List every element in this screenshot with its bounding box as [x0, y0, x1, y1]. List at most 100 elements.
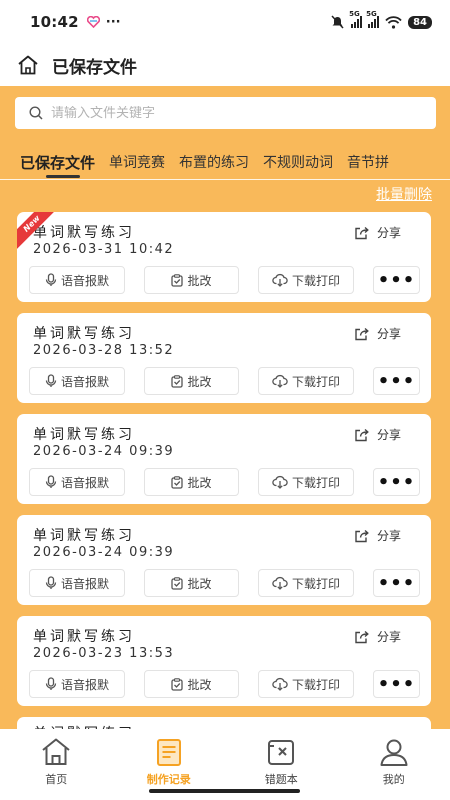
grade-label: 批改 — [187, 475, 212, 490]
nav-records-label: 制作记录 — [146, 773, 191, 786]
download-print-button[interactable]: 下载打印 — [258, 670, 354, 698]
card-title: 单词默写练习 — [33, 427, 135, 443]
card-date: 2026-03-31 10:42 — [33, 242, 175, 257]
file-card[interactable]: 单词默写练习 2026-03-23 13:53 分享 语音报默 批改 下载打印 … — [17, 616, 431, 706]
wrong-book-icon — [268, 740, 295, 765]
microphone-icon — [45, 677, 57, 690]
nav-profile[interactable]: 我的 — [338, 729, 450, 800]
grade-label: 批改 — [187, 374, 212, 389]
cloud-download-icon — [272, 576, 288, 590]
more-options-button[interactable]: ••• — [373, 468, 420, 496]
share-label: 分享 — [376, 529, 401, 543]
card-title: 单词默写练习 — [33, 225, 135, 241]
page-title: 已保存文件 — [52, 57, 137, 78]
file-card[interactable]: 单词默写练习 2026-03-31 10:42 分享 语音报默 批改 下载打印 … — [17, 212, 431, 302]
voice-dictation-label: 语音报默 — [60, 475, 109, 490]
share-icon — [355, 226, 369, 239]
heart-app-icon — [86, 16, 100, 28]
share-button[interactable]: 分享 — [354, 426, 401, 443]
search-input[interactable] — [51, 105, 411, 121]
download-print-button[interactable]: 下载打印 — [258, 569, 354, 597]
cloud-download-icon — [272, 677, 288, 691]
search-icon — [29, 106, 43, 120]
nav-wrong-book-label: 错题本 — [264, 773, 298, 786]
grade-button[interactable]: 批改 — [144, 266, 239, 294]
status-time: 10:42 — [30, 13, 79, 31]
cloud-download-icon — [272, 374, 288, 388]
grade-button[interactable]: 批改 — [144, 670, 239, 698]
more-options-button[interactable]: ••• — [373, 670, 420, 698]
signal-icon: 5G — [349, 10, 363, 28]
download-print-button[interactable]: 下载打印 — [258, 367, 354, 395]
document-icon — [156, 739, 181, 766]
signal-icon-2: 5G — [366, 10, 380, 28]
clipboard-check-icon — [171, 677, 184, 691]
voice-dictation-button[interactable]: 语音报默 — [29, 367, 125, 395]
nav-home-label: 首页 — [45, 773, 68, 786]
microphone-icon — [45, 273, 57, 286]
clipboard-check-icon — [171, 273, 184, 287]
share-button[interactable]: 分享 — [354, 224, 401, 241]
card-date: 2026-03-24 09:39 — [33, 444, 175, 459]
share-icon — [355, 630, 369, 643]
tab-bar: 已保存文件 单词竞赛 布置的练习 不规则动词 音节拼 — [0, 140, 450, 180]
download-print-button[interactable]: 下载打印 — [258, 266, 354, 294]
voice-dictation-button[interactable]: 语音报默 — [29, 569, 125, 597]
tab-saved-files[interactable]: 已保存文件 — [20, 140, 95, 180]
voice-dictation-label: 语音报默 — [60, 273, 109, 288]
download-print-label: 下载打印 — [291, 475, 340, 490]
home-button[interactable] — [16, 53, 40, 77]
status-bar: 10:42 ··· 5G 5G 84 — [0, 0, 450, 44]
home-indicator — [149, 789, 300, 793]
share-icon — [355, 327, 369, 340]
share-button[interactable]: 分享 — [354, 527, 401, 544]
tab-assigned-exercises[interactable]: 布置的练习 — [179, 140, 249, 180]
grade-label: 批改 — [187, 273, 212, 288]
voice-dictation-button[interactable]: 语音报默 — [29, 468, 125, 496]
card-title: 单词默写练习 — [33, 629, 135, 645]
microphone-icon — [45, 576, 57, 589]
grade-button[interactable]: 批改 — [144, 569, 239, 597]
more-options-button[interactable]: ••• — [373, 569, 420, 597]
file-card[interactable]: 单词默写练习 2026-03-28 13:52 分享 语音报默 批改 下载打印 … — [17, 313, 431, 403]
batch-delete-link[interactable]: 批量删除 — [376, 184, 432, 204]
download-print-button[interactable]: 下载打印 — [258, 468, 354, 496]
nav-home[interactable]: 首页 — [0, 729, 113, 800]
nav-profile-label: 我的 — [382, 773, 405, 786]
card-date: 2026-03-28 13:52 — [33, 343, 175, 358]
share-button[interactable]: 分享 — [354, 628, 401, 645]
download-print-label: 下载打印 — [291, 677, 340, 692]
home-icon — [18, 55, 38, 75]
voice-dictation-button[interactable]: 语音报默 — [29, 670, 125, 698]
voice-dictation-label: 语音报默 — [60, 374, 109, 389]
share-button[interactable]: 分享 — [354, 325, 401, 342]
grade-button[interactable]: 批改 — [144, 367, 239, 395]
voice-dictation-button[interactable]: 语音报默 — [29, 266, 125, 294]
home-icon — [42, 738, 70, 765]
card-title: 单词默写练习 — [33, 326, 135, 342]
file-card[interactable]: 单词默写练习 2026-03-24 09:39 分享 语音报默 批改 下载打印 … — [17, 414, 431, 504]
grade-button[interactable]: 批改 — [144, 468, 239, 496]
share-icon — [355, 428, 369, 441]
tab-irregular-verbs[interactable]: 不规则动词 — [263, 140, 333, 180]
battery-indicator: 84 — [408, 15, 432, 29]
search-box[interactable] — [15, 97, 436, 129]
tab-syllables[interactable]: 音节拼 — [347, 140, 389, 180]
clipboard-check-icon — [171, 576, 184, 590]
more-options-button[interactable]: ••• — [373, 266, 420, 294]
more-options-button[interactable]: ••• — [373, 367, 420, 395]
tabs-divider — [0, 179, 450, 180]
tab-word-contest[interactable]: 单词竞赛 — [109, 140, 165, 180]
share-label: 分享 — [376, 226, 401, 240]
share-label: 分享 — [376, 428, 401, 442]
grade-label: 批改 — [187, 576, 212, 591]
cloud-download-icon — [272, 273, 288, 287]
download-print-label: 下载打印 — [291, 576, 340, 591]
cloud-download-icon — [272, 475, 288, 489]
card-date: 2026-03-24 09:39 — [33, 545, 175, 560]
voice-dictation-label: 语音报默 — [60, 677, 109, 692]
share-label: 分享 — [376, 327, 401, 341]
clipboard-check-icon — [171, 374, 184, 388]
download-print-label: 下载打印 — [291, 273, 340, 288]
file-card[interactable]: 单词默写练习 2026-03-24 09:39 分享 语音报默 批改 下载打印 … — [17, 515, 431, 605]
